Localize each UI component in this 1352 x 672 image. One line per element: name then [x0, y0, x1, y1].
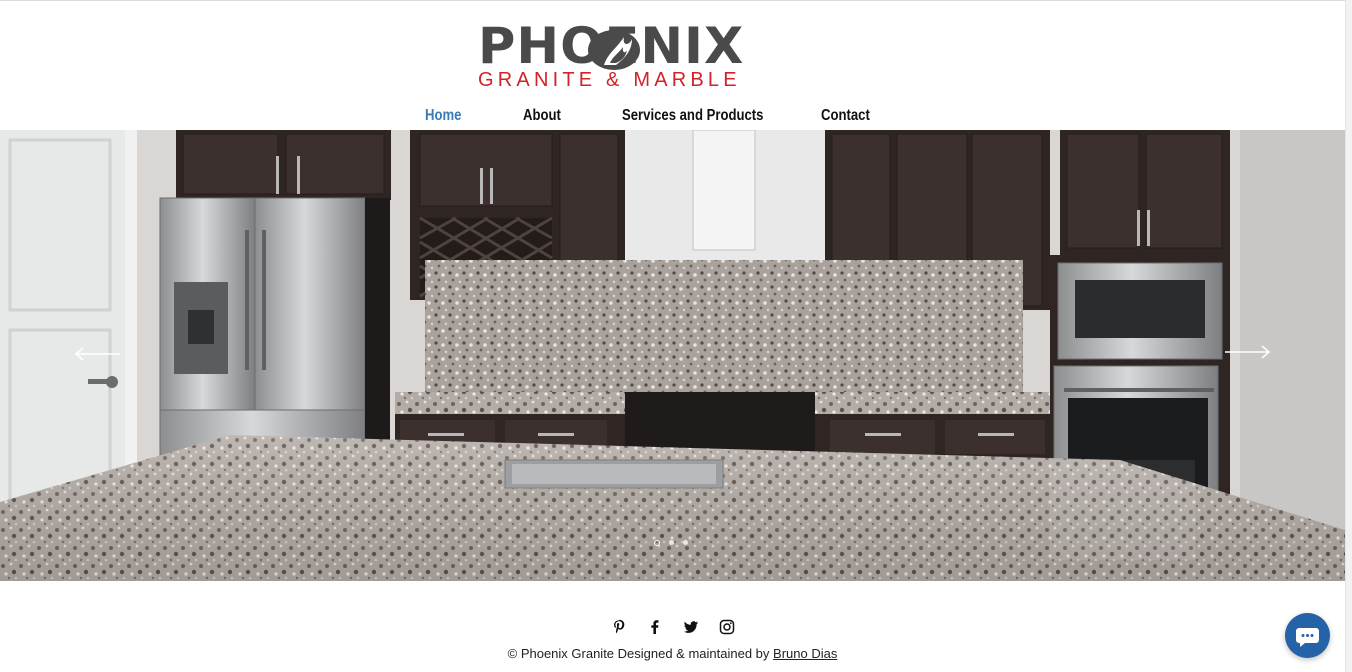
- footer-text: © Phoenix Granite Designed & maintained …: [507, 646, 770, 661]
- slide-indicators: [654, 540, 694, 546]
- twitter-icon[interactable]: [681, 617, 701, 637]
- arrow-left-icon[interactable]: [74, 347, 122, 361]
- footer-copyright: © Phoenix Granite Designed & maintained …: [0, 646, 1345, 661]
- slide-dot-2[interactable]: [669, 540, 674, 545]
- site-logo[interactable]: PHOENIX GRANITE & MARBLE: [478, 21, 818, 93]
- slide-image: [0, 130, 1345, 581]
- logo-tagline: GRANITE & MARBLE: [478, 69, 741, 91]
- nav-item-contact[interactable]: Contact: [821, 104, 870, 128]
- pinterest-icon[interactable]: [609, 617, 629, 637]
- phoenix-flame-icon: [588, 30, 640, 70]
- chat-bubble-icon: [1296, 628, 1319, 647]
- facebook-icon[interactable]: [645, 617, 665, 637]
- main-navigation: Home About Services and Products Contact: [0, 104, 1345, 128]
- instagram-icon[interactable]: [717, 617, 737, 637]
- scrollbar[interactable]: [1345, 0, 1352, 672]
- hero-slideshow[interactable]: [0, 130, 1345, 581]
- footer-author-link[interactable]: Bruno Dias: [773, 646, 837, 661]
- slide-dot-3[interactable]: [683, 540, 688, 545]
- chat-button[interactable]: [1285, 613, 1330, 658]
- social-bar: [609, 617, 739, 637]
- nav-item-services[interactable]: Services and Products: [622, 104, 763, 128]
- nav-item-about[interactable]: About: [523, 104, 561, 128]
- arrow-right-icon[interactable]: [1223, 345, 1271, 359]
- page: PHOENIX GRANITE & MARBLE Home About Serv…: [0, 0, 1345, 672]
- nav-item-home[interactable]: Home: [425, 104, 461, 128]
- slide-dot-1[interactable]: [654, 540, 660, 546]
